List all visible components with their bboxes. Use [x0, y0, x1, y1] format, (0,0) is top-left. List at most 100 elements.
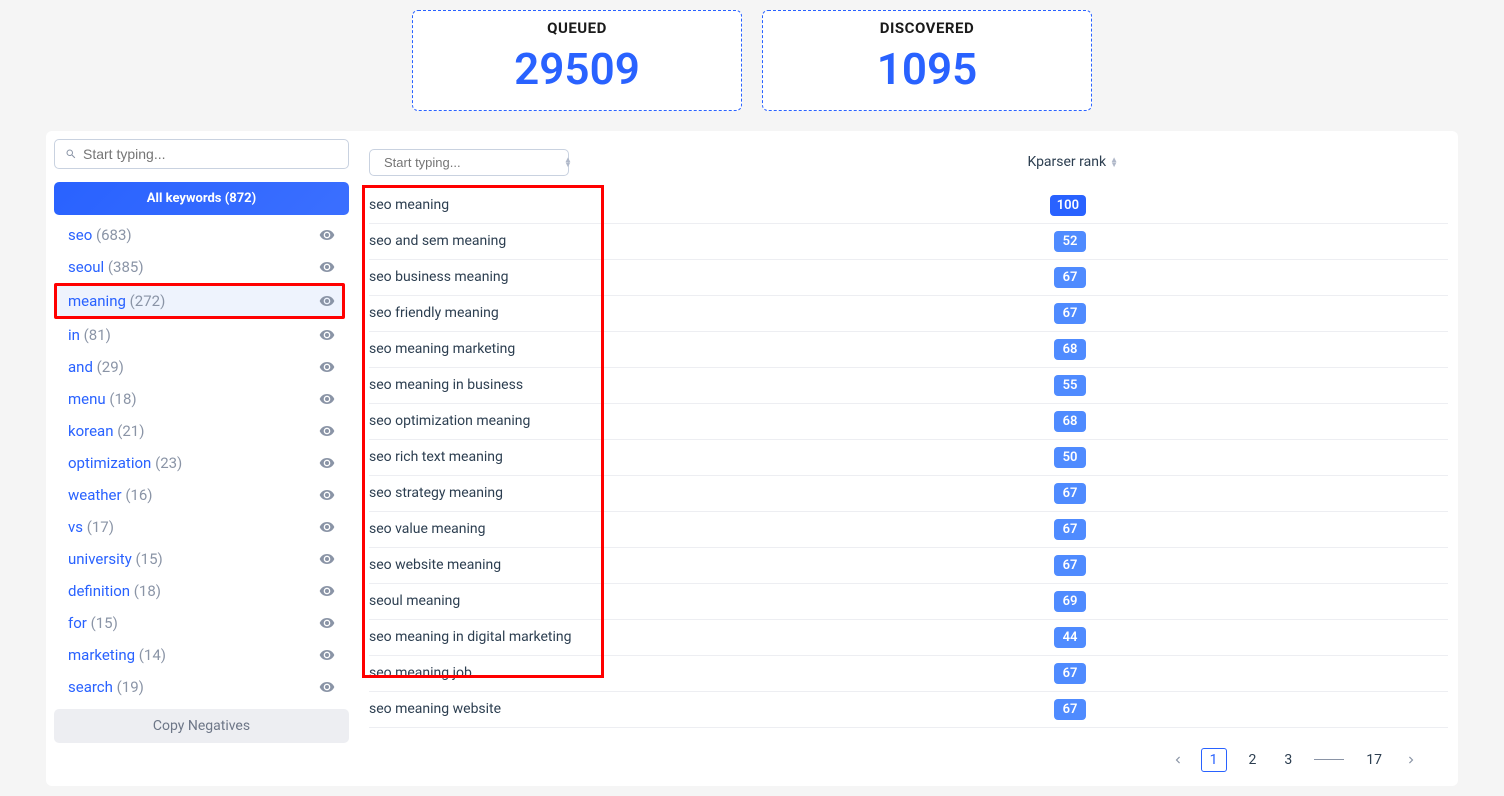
- content-search-input[interactable]: [384, 155, 560, 170]
- rank-badge: 68: [1054, 411, 1086, 432]
- sidebar-item-name: for: [68, 614, 91, 632]
- sidebar-item-count: (17): [87, 518, 114, 536]
- table-row[interactable]: seo meaning in business55: [369, 368, 1448, 404]
- queued-value: 29509: [423, 43, 731, 96]
- rank-badge: 67: [1054, 519, 1086, 540]
- sidebar-search-input[interactable]: [83, 146, 338, 162]
- keyword-cell: seo meaning website: [369, 701, 1054, 717]
- eye-icon[interactable]: [319, 519, 335, 535]
- table-row[interactable]: seo meaning100: [369, 188, 1448, 224]
- sidebar-item-meaning[interactable]: meaning (272): [54, 283, 345, 319]
- sidebar-item-name: in: [68, 326, 84, 344]
- rank-badge: 44: [1054, 627, 1086, 648]
- table-row[interactable]: seo meaning in digital marketing44: [369, 620, 1448, 656]
- sort-caret-icon[interactable]: ▲▼: [564, 157, 572, 167]
- table-row[interactable]: seo website meaning67: [369, 548, 1448, 584]
- content-search[interactable]: ▲▼: [369, 149, 569, 176]
- eye-icon[interactable]: [319, 423, 335, 439]
- keyword-cell: seo and sem meaning: [369, 233, 1054, 249]
- copy-negatives-button[interactable]: Copy Negatives: [54, 709, 349, 743]
- table-row[interactable]: seo and sem meaning52: [369, 224, 1448, 260]
- sidebar-item-and[interactable]: and (29): [54, 351, 345, 383]
- rank-badge: 100: [1050, 195, 1086, 216]
- eye-icon[interactable]: [319, 293, 335, 309]
- sidebar-item-name: meaning: [68, 292, 130, 310]
- sidebar-item-count: (29): [97, 358, 124, 376]
- eye-icon[interactable]: [319, 227, 335, 243]
- eye-icon[interactable]: [319, 487, 335, 503]
- sidebar-item-count: (15): [91, 614, 118, 632]
- all-keywords-button[interactable]: All keywords (872): [54, 182, 349, 215]
- eye-icon[interactable]: [319, 455, 335, 471]
- eye-icon[interactable]: [319, 615, 335, 631]
- sidebar-item-name: optimization: [68, 454, 155, 472]
- sidebar-item-definition[interactable]: definition (18): [54, 575, 345, 607]
- rank-column-header[interactable]: Kparser rank ▲▼: [1027, 154, 1118, 170]
- keyword-cell: seo friendly meaning: [369, 305, 1054, 321]
- content-header: ▲▼ Kparser rank ▲▼: [369, 139, 1448, 188]
- table-row[interactable]: seo strategy meaning67: [369, 476, 1448, 512]
- chevron-right-icon[interactable]: [1404, 753, 1418, 767]
- sidebar-search[interactable]: [54, 139, 349, 169]
- table-row[interactable]: seoul meaning69: [369, 584, 1448, 620]
- page-3[interactable]: 3: [1278, 750, 1298, 770]
- sidebar-list[interactable]: seo (683)seoul (385)meaning (272)in (81)…: [54, 219, 349, 699]
- table-row[interactable]: seo meaning website67: [369, 692, 1448, 728]
- sort-caret-icon[interactable]: ▲▼: [1110, 157, 1118, 167]
- sidebar: All keywords (872) seo (683)seoul (385)m…: [54, 139, 349, 778]
- search-icon: [65, 148, 77, 160]
- table-row[interactable]: seo meaning job67: [369, 656, 1448, 692]
- table-row[interactable]: seo value meaning67: [369, 512, 1448, 548]
- table-row[interactable]: seo rich text meaning50: [369, 440, 1448, 476]
- queued-card: QUEUED 29509: [412, 10, 742, 111]
- keyword-cell: seo optimization meaning: [369, 413, 1054, 429]
- content: ▲▼ Kparser rank ▲▼ seo meaning100seo and…: [349, 139, 1458, 778]
- sidebar-item-weather[interactable]: weather (16): [54, 479, 345, 511]
- sidebar-item-menu[interactable]: menu (18): [54, 383, 345, 415]
- rank-badge: 67: [1054, 483, 1086, 504]
- discovered-value: 1095: [773, 43, 1081, 96]
- rank-badge: 68: [1054, 339, 1086, 360]
- keyword-table: seo meaning100seo and sem meaning52seo b…: [369, 188, 1448, 728]
- eye-icon[interactable]: [319, 259, 335, 275]
- table-row[interactable]: seo friendly meaning67: [369, 296, 1448, 332]
- sidebar-item-marketing[interactable]: marketing (14): [54, 639, 345, 671]
- page-2[interactable]: 2: [1243, 750, 1263, 770]
- table-row[interactable]: seo business meaning67: [369, 260, 1448, 296]
- rank-badge: 67: [1054, 303, 1086, 324]
- sidebar-item-search[interactable]: search (19): [54, 671, 345, 699]
- sidebar-item-count: (385): [108, 258, 144, 276]
- page-1[interactable]: 1: [1201, 748, 1227, 772]
- eye-icon[interactable]: [319, 647, 335, 663]
- rank-badge: 55: [1054, 375, 1086, 396]
- sidebar-item-name: search: [68, 678, 117, 696]
- sidebar-item-count: (81): [84, 326, 111, 344]
- table-row[interactable]: seo optimization meaning68: [369, 404, 1448, 440]
- chevron-left-icon[interactable]: [1171, 753, 1185, 767]
- keyword-cell: seoul meaning: [369, 593, 1054, 609]
- eye-icon[interactable]: [319, 551, 335, 567]
- keyword-cell: seo business meaning: [369, 269, 1054, 285]
- rank-badge: 50: [1054, 447, 1086, 468]
- sidebar-item-university[interactable]: university (15): [54, 543, 345, 575]
- sidebar-item-vs[interactable]: vs (17): [54, 511, 345, 543]
- sidebar-item-optimization[interactable]: optimization (23): [54, 447, 345, 479]
- eye-icon[interactable]: [319, 679, 335, 695]
- eye-icon[interactable]: [319, 359, 335, 375]
- sidebar-item-count: (14): [139, 646, 166, 664]
- table-row[interactable]: seo meaning marketing68: [369, 332, 1448, 368]
- eye-icon[interactable]: [319, 391, 335, 407]
- sidebar-item-seo[interactable]: seo (683): [54, 219, 345, 251]
- rank-badge: 67: [1054, 663, 1086, 684]
- sidebar-item-for[interactable]: for (15): [54, 607, 345, 639]
- keyword-cell: seo meaning in business: [369, 377, 1054, 393]
- sidebar-item-korean[interactable]: korean (21): [54, 415, 345, 447]
- sidebar-item-count: (272): [130, 292, 166, 310]
- eye-icon[interactable]: [319, 327, 335, 343]
- sidebar-item-count: (683): [96, 226, 132, 244]
- sidebar-item-count: (21): [117, 422, 144, 440]
- page-last[interactable]: 17: [1360, 750, 1388, 770]
- sidebar-item-in[interactable]: in (81): [54, 319, 345, 351]
- sidebar-item-seoul[interactable]: seoul (385): [54, 251, 345, 283]
- eye-icon[interactable]: [319, 583, 335, 599]
